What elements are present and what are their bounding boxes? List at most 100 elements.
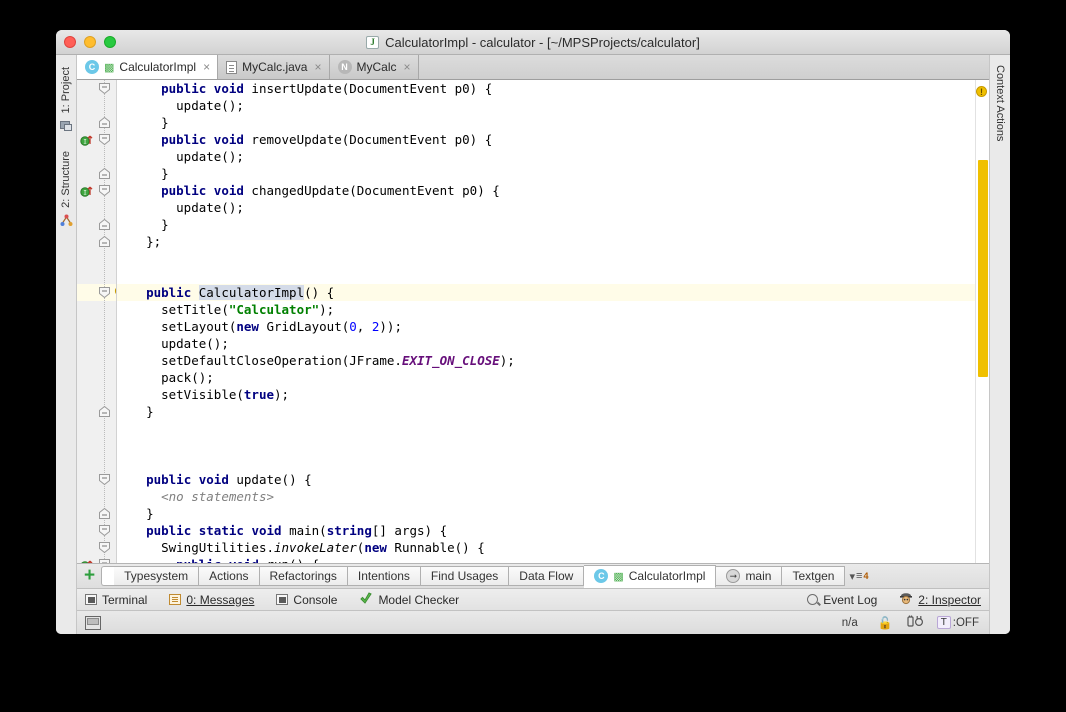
tool-window-messages[interactable]: 0: Messages — [169, 593, 254, 607]
tool-window-console[interactable]: Console — [276, 593, 337, 607]
code-editor[interactable]: public void insertUpdate(DocumentEvent p… — [117, 80, 975, 563]
code-line[interactable]: public static void main(string[] args) { — [117, 522, 975, 539]
editor-tab-calculatorimpl[interactable]: C ▩ CalculatorImpl × — [77, 55, 218, 79]
code-line[interactable]: setLayout(new GridLayout(0, 2)); — [117, 318, 975, 335]
code-line[interactable]: } — [117, 165, 975, 182]
tool-window-label: Console — [293, 593, 337, 607]
tool-window-label: 0: Messages — [186, 593, 254, 607]
fold-end-icon[interactable] — [98, 507, 111, 520]
editor-tab-mycalc-java[interactable]: MyCalc.java × — [218, 55, 329, 79]
tool-window-terminal[interactable]: Terminal — [85, 593, 147, 607]
code-line[interactable]: setVisible(true); — [117, 386, 975, 403]
fold-end-icon[interactable] — [98, 405, 111, 418]
fold-end-icon[interactable] — [98, 218, 111, 231]
tool-tab-label: CalculatorImpl — [629, 569, 706, 583]
structure-icon — [60, 214, 73, 230]
editor-marker-bar[interactable]: ! — [975, 80, 989, 563]
implements-method-icon[interactable]: I — [80, 133, 96, 147]
tool-window-event-log[interactable]: Event Log — [807, 593, 877, 607]
fold-collapse-icon[interactable] — [98, 473, 111, 486]
memory-indicator[interactable]: n/a — [842, 617, 858, 629]
transparency-badge[interactable]: T — [937, 616, 951, 629]
code-line[interactable]: public void changedUpdate(DocumentEvent … — [117, 182, 975, 199]
editor-scrollbar-thumb[interactable] — [978, 160, 988, 377]
code-line[interactable]: public CalculatorImpl() { — [117, 284, 975, 301]
code-line[interactable]: <no statements> — [117, 488, 975, 505]
code-line[interactable]: } — [117, 505, 975, 522]
close-icon[interactable]: × — [203, 60, 210, 74]
code-line[interactable]: setDefaultCloseOperation(JFrame.EXIT_ON_… — [117, 352, 975, 369]
code-line[interactable]: } — [117, 403, 975, 420]
code-line[interactable] — [117, 454, 975, 471]
messages-icon — [169, 594, 181, 605]
minimize-button[interactable] — [84, 36, 96, 48]
fold-collapse-icon[interactable] — [98, 184, 111, 197]
code-line[interactable]: update(); — [117, 335, 975, 352]
toggle-sidebar-icon[interactable] — [85, 616, 101, 630]
svg-text:I: I — [83, 190, 87, 197]
tool-tab-calculatorimpl[interactable]: C ▩ CalculatorImpl — [584, 565, 716, 588]
code-line[interactable]: public void update() { — [117, 471, 975, 488]
close-icon[interactable]: × — [404, 60, 411, 74]
lock-open-icon[interactable]: 🔓 — [878, 616, 893, 630]
tool-tab-textgen[interactable]: Textgen — [782, 566, 845, 586]
fold-collapse-icon[interactable] — [98, 541, 111, 554]
left-tool-bar: 1: Project 2: Structure — [56, 55, 77, 634]
fold-collapse-icon[interactable] — [98, 286, 111, 299]
code-line[interactable] — [117, 437, 975, 454]
code-line[interactable] — [117, 420, 975, 437]
fold-collapse-icon[interactable] — [98, 524, 111, 537]
implements-method-icon[interactable]: I — [80, 558, 96, 563]
code-line[interactable] — [117, 267, 975, 284]
implements-method-icon[interactable]: I — [80, 184, 96, 198]
code-line[interactable]: update(); — [117, 199, 975, 216]
editor-tab-label: MyCalc — [357, 60, 397, 74]
fold-end-icon[interactable] — [98, 235, 111, 248]
zoom-button[interactable] — [104, 36, 116, 48]
code-line[interactable]: public void removeUpdate(DocumentEvent p… — [117, 131, 975, 148]
fold-collapse-icon[interactable] — [98, 82, 111, 95]
editor-gutter[interactable]: I I I — [77, 80, 117, 563]
sidebar-item-structure[interactable]: 2: Structure — [58, 145, 74, 212]
code-line[interactable]: }; — [117, 233, 975, 250]
tool-tab-data-flow[interactable]: Data Flow — [509, 566, 584, 586]
code-line[interactable]: public void insertUpdate(DocumentEvent p… — [117, 80, 975, 97]
sidebar-item-context-actions[interactable]: Context Actions — [992, 61, 1008, 147]
code-line[interactable]: } — [117, 216, 975, 233]
sidebar-item-project[interactable]: 1: Project — [58, 61, 74, 117]
overflow-count: 4 — [863, 571, 868, 581]
tool-tab-main[interactable]: ➞ main — [716, 566, 782, 586]
console-icon — [276, 594, 288, 605]
code-line[interactable]: } — [117, 114, 975, 131]
editor-tab-mycalc[interactable]: N MyCalc × — [330, 55, 419, 79]
power-plug-icon[interactable] — [907, 615, 925, 631]
fold-end-icon[interactable] — [98, 116, 111, 129]
code-line[interactable]: setTitle("Calculator"); — [117, 301, 975, 318]
close-icon[interactable]: × — [314, 60, 321, 74]
tool-tab-typesystem[interactable]: Typesystem — [114, 566, 199, 586]
tool-tab-find-usages[interactable]: Find Usages — [421, 566, 509, 586]
tool-window-inspector[interactable]: 2: Inspector — [899, 592, 981, 608]
add-tab-button[interactable]: + — [82, 566, 101, 587]
fold-collapse-icon[interactable] — [98, 133, 111, 146]
tool-tab-bar: + Typesystem Actions Refactorings Intent… — [77, 563, 989, 588]
editor-area: I I I public void insertUpdate(DocumentEve… — [77, 80, 989, 563]
code-line[interactable]: update(); — [117, 97, 975, 114]
tool-tab-refactorings[interactable]: Refactorings — [260, 566, 348, 586]
tool-window-model-checker[interactable]: Model Checker — [359, 592, 459, 608]
tab-list-dropdown-icon[interactable]: ▾ ≡ 4 — [849, 570, 873, 583]
close-button[interactable] — [64, 36, 76, 48]
tool-tab-actions[interactable]: Actions — [199, 566, 259, 586]
green-node-icon: ▩ — [104, 61, 114, 74]
code-line[interactable]: pack(); — [117, 369, 975, 386]
code-line[interactable]: update(); — [117, 148, 975, 165]
model-checker-icon — [359, 592, 373, 608]
code-line[interactable]: SwingUtilities.invokeLater(new Runnable(… — [117, 539, 975, 556]
tool-window-label: Model Checker — [378, 593, 459, 607]
fold-end-icon[interactable] — [98, 167, 111, 180]
tool-tab-intentions[interactable]: Intentions — [348, 566, 421, 586]
warning-marker-icon[interactable]: ! — [976, 86, 987, 97]
code-line[interactable]: public void run() { — [117, 556, 975, 563]
fold-collapse-icon[interactable] — [98, 558, 111, 563]
code-line[interactable] — [117, 250, 975, 267]
